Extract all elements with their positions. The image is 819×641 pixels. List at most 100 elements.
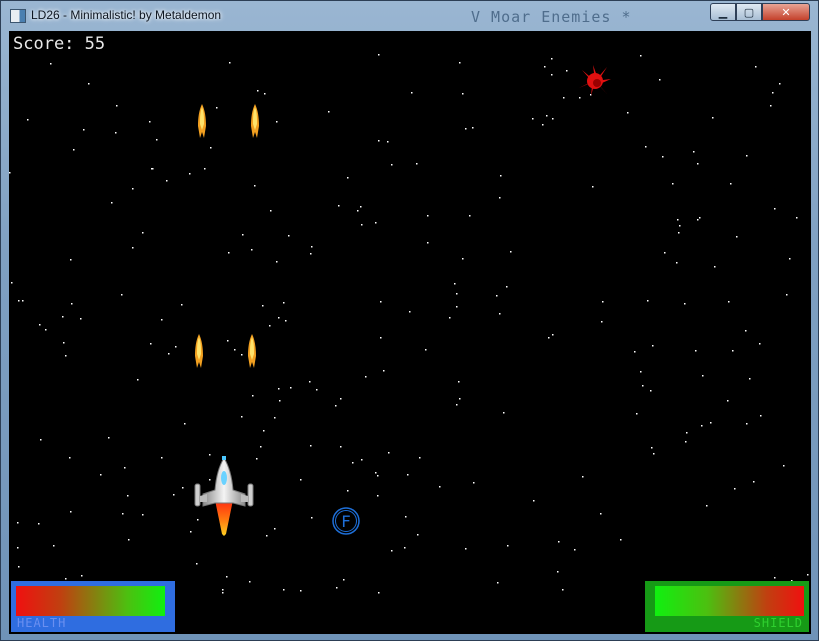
star: [278, 388, 280, 390]
star: [659, 79, 661, 81]
star: [728, 301, 730, 303]
star: [640, 55, 642, 57]
star: [796, 217, 798, 219]
health-label: HEALTH: [17, 616, 67, 630]
star: [166, 180, 168, 182]
star: [662, 156, 664, 158]
star: [456, 404, 458, 406]
minimize-button[interactable]: ▁: [710, 3, 736, 21]
star: [650, 390, 652, 392]
starfield: [9, 54, 809, 596]
star: [132, 247, 134, 249]
star: [311, 246, 313, 248]
star: [783, 465, 785, 467]
star: [391, 550, 393, 552]
star: [600, 513, 602, 515]
star: [124, 467, 126, 469]
star: [770, 105, 772, 107]
star: [283, 589, 285, 591]
star: [416, 163, 418, 165]
star: [469, 215, 471, 217]
star: [558, 541, 560, 543]
star: [249, 581, 251, 583]
star: [73, 149, 75, 151]
star: [83, 129, 85, 131]
star: [759, 343, 761, 345]
star: [27, 119, 29, 121]
star: [357, 210, 359, 212]
bullet-icon: [195, 334, 203, 368]
star: [310, 253, 312, 255]
star: [472, 127, 474, 129]
star: [732, 350, 734, 352]
star: [263, 430, 265, 432]
star: [746, 155, 748, 157]
star: [645, 146, 647, 148]
star: [328, 111, 330, 113]
star: [746, 423, 748, 425]
star: [300, 479, 302, 481]
star: [347, 490, 349, 492]
star: [714, 266, 716, 268]
star: [222, 589, 224, 591]
star: [507, 545, 509, 547]
star: [557, 571, 559, 573]
star: [377, 495, 379, 497]
star: [274, 417, 276, 419]
star: [544, 66, 546, 68]
star: [459, 398, 461, 400]
star: [137, 379, 139, 381]
star: [582, 476, 584, 478]
star: [552, 118, 554, 120]
star: [736, 236, 738, 238]
star: [310, 445, 312, 447]
star: [727, 400, 729, 402]
star: [640, 371, 642, 373]
player-ship-icon: [194, 456, 254, 536]
star: [779, 83, 781, 85]
star: [204, 168, 206, 170]
star: [506, 286, 508, 288]
star: [620, 539, 622, 541]
star: [228, 252, 230, 254]
star: [70, 511, 72, 513]
title-bar[interactable]: LD26 - Minimalistic! by Metaldemon V Moa…: [1, 1, 818, 31]
close-button[interactable]: ✕: [762, 3, 810, 21]
star: [38, 523, 40, 525]
star: [592, 186, 594, 188]
star: [347, 177, 349, 179]
star: [786, 294, 788, 296]
star: [685, 441, 687, 443]
star: [664, 252, 666, 254]
star: [697, 163, 699, 165]
star: [50, 63, 52, 65]
star: [456, 293, 458, 295]
star: [677, 219, 679, 221]
game-canvas[interactable]: Score: 55 F HEALTH SHIELD: [9, 31, 811, 634]
star: [449, 317, 451, 319]
star: [678, 232, 680, 234]
star: [652, 345, 654, 347]
star: [156, 139, 158, 141]
star: [184, 423, 186, 425]
star: [254, 185, 256, 187]
star: [335, 405, 337, 407]
star: [706, 505, 708, 507]
star: [311, 517, 313, 519]
star: [574, 549, 576, 551]
star: [425, 349, 427, 351]
star: [439, 486, 441, 488]
star: [601, 321, 603, 323]
star: [676, 262, 678, 264]
star: [128, 539, 130, 541]
star: [427, 242, 429, 244]
star: [378, 592, 380, 594]
game-window: LD26 - Minimalistic! by Metaldemon V Moa…: [0, 0, 819, 641]
star: [627, 112, 629, 114]
star: [352, 462, 354, 464]
star: [774, 577, 776, 579]
star: [276, 121, 278, 123]
star: [316, 389, 318, 391]
star: [462, 258, 464, 260]
maximize-button[interactable]: ▢: [736, 3, 762, 21]
